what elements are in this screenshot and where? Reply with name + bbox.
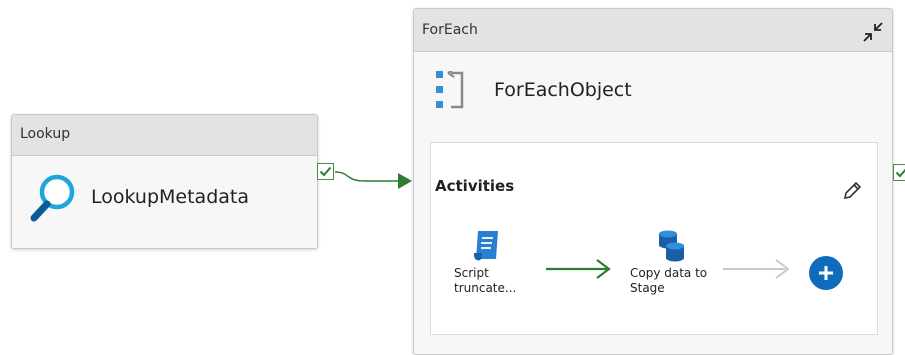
magnifier-icon xyxy=(30,174,75,222)
copy-activity-label[interactable]: Copy data to Stage xyxy=(630,266,720,296)
activity-name[interactable]: ForEachObject xyxy=(494,79,632,101)
script-icon[interactable] xyxy=(472,229,502,263)
database-copy-icon[interactable] xyxy=(656,229,686,263)
activity-header: Lookup xyxy=(12,115,317,156)
foreach-activity[interactable]: ForEach ForEachObject Activities Script … xyxy=(413,8,893,355)
lookup-to-foreach-connector[interactable] xyxy=(334,171,398,182)
connector-arrowhead xyxy=(398,173,412,189)
plus-icon xyxy=(819,266,833,280)
success-output-checkbox[interactable] xyxy=(317,163,334,180)
add-activity-button[interactable] xyxy=(809,256,843,290)
activities-panel: Activities Script truncate... Copy data … xyxy=(430,142,878,335)
activity-type-label: ForEach xyxy=(422,22,478,38)
activity-type-label: Lookup xyxy=(20,126,71,142)
success-output-checkbox[interactable] xyxy=(893,164,905,181)
foreach-bracket-icon xyxy=(436,71,464,109)
activity-name[interactable]: LookupMetadata xyxy=(91,186,249,208)
collapse-icon[interactable] xyxy=(861,21,885,43)
script-activity-label[interactable]: Script truncate... xyxy=(454,266,534,296)
checkmark-icon xyxy=(895,168,905,178)
activity-header: ForEach xyxy=(414,9,892,52)
lookup-activity[interactable]: Lookup LookupMetadata xyxy=(11,114,318,249)
checkmark-icon xyxy=(319,166,332,177)
